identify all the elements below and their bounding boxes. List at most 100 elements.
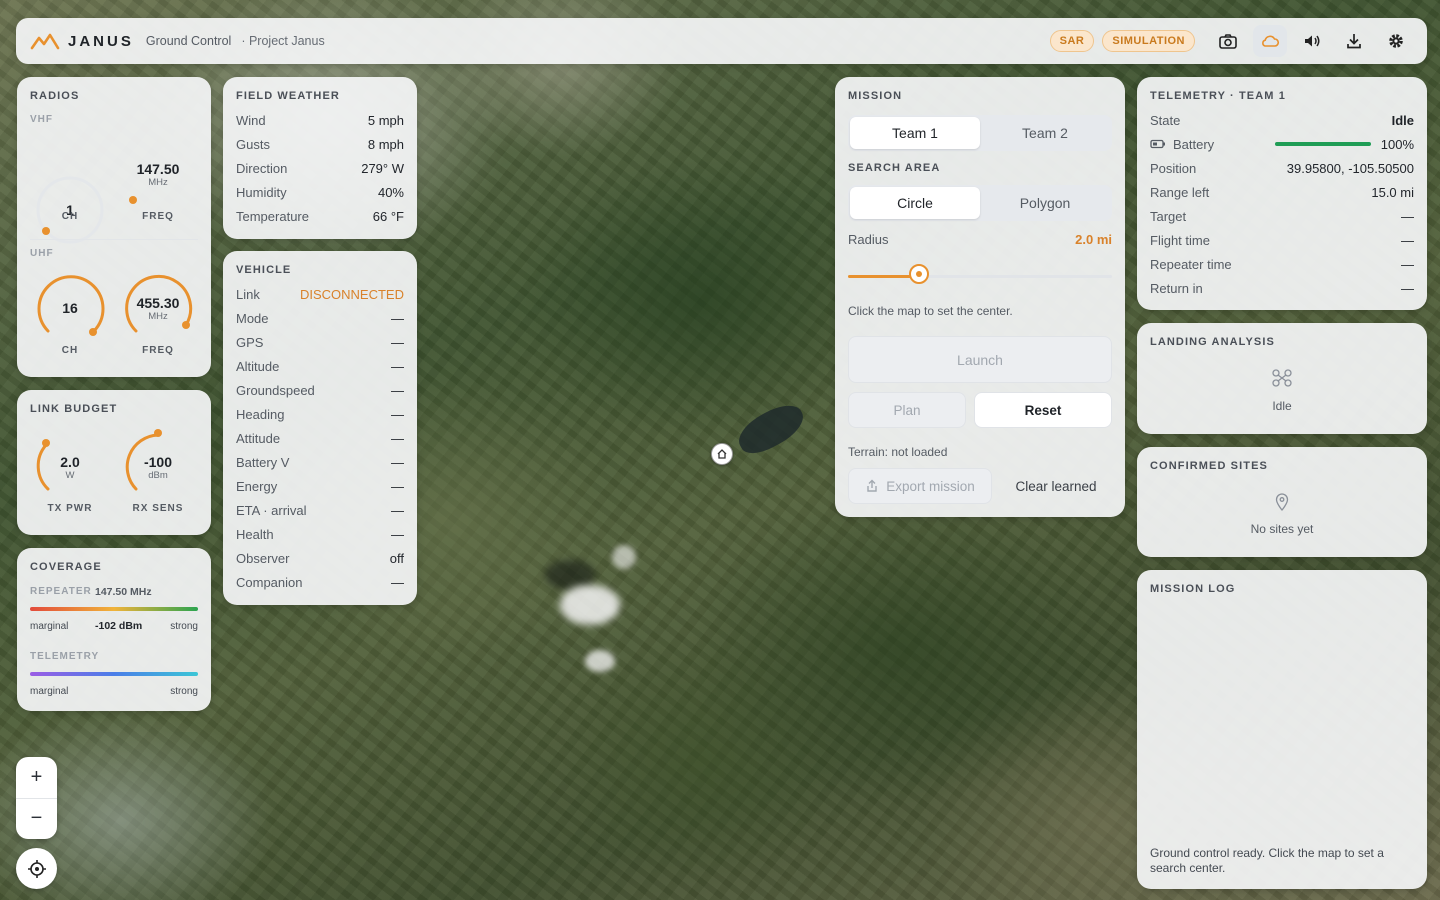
circle-tab[interactable]: Circle [850, 187, 980, 219]
row-value: off [389, 550, 404, 566]
download-icon [1347, 34, 1361, 49]
row-value: — [391, 382, 404, 398]
log-entry: Ground control ready. Click the map to s… [1150, 846, 1384, 875]
clear-learned-button[interactable]: Clear learned [1000, 468, 1112, 504]
weather-row: Temperature 66 °F [236, 204, 404, 228]
zoom-in-button[interactable]: + [16, 757, 57, 799]
zoom-out-button[interactable]: − [16, 799, 57, 840]
vehicle-title: VEHICLE [236, 264, 292, 276]
simulation-badge[interactable]: SIMULATION [1102, 30, 1195, 52]
brand-name: JANUS [68, 32, 134, 50]
coverage-panel: COVERAGE REPEATER 147.50 MHz marginal -1… [17, 548, 211, 711]
sar-badge[interactable]: SAR [1049, 30, 1095, 52]
radios-title: RADIOS [30, 90, 80, 102]
vehicle-row: ETA · arrival — [236, 498, 404, 522]
row-value: — [391, 478, 404, 494]
weather-button[interactable] [1253, 25, 1287, 57]
battery-icon [1150, 139, 1165, 149]
repeater-label: REPEATER [30, 586, 92, 597]
map-hint: Click the map to set the center. [848, 304, 1013, 318]
row-key: Humidity [236, 184, 287, 200]
download-button[interactable] [1337, 25, 1371, 57]
uhf-frequency-gauge[interactable]: 455.30 MHz [118, 269, 198, 349]
screenshot-button[interactable] [1211, 25, 1245, 57]
search-area-title: SEARCH AREA [848, 162, 941, 174]
uhf-channel-gauge[interactable]: 16 [30, 269, 110, 349]
row-key: GPS [236, 334, 264, 350]
row-value: — [391, 502, 404, 518]
row-value: 5 mph [367, 112, 404, 128]
home-marker[interactable] [711, 443, 733, 465]
telemetry-label: TELEMETRY [30, 651, 100, 662]
link-budget-title: LINK BUDGET [30, 403, 118, 415]
mission-log-title: MISSION LOG [1150, 583, 1236, 595]
audio-button[interactable] [1295, 25, 1329, 57]
tx-power-unit: W [65, 470, 75, 481]
vehicle-row: Groundspeed — [236, 378, 404, 402]
row-key: Groundspeed [236, 382, 315, 398]
telemetry-row: Target — [1150, 204, 1414, 228]
row-key: Wind [236, 112, 266, 128]
weather-row: Wind 5 mph [236, 108, 404, 132]
repeater-strong-label: strong [170, 621, 198, 632]
settings-button[interactable] [1379, 25, 1413, 57]
row-key: Target [1150, 208, 1187, 224]
vhf-frequency-value: 147.50 [136, 161, 180, 177]
slider-thumb[interactable] [909, 264, 930, 284]
vehicle-row: GPS — [236, 330, 404, 354]
rx-sensitivity-label: RX SENS [132, 503, 184, 514]
vehicle-row: Heading — [236, 402, 404, 426]
row-key: Companion [236, 574, 303, 590]
team-2-tab[interactable]: Team 2 [980, 117, 1110, 149]
locate-button[interactable] [16, 848, 57, 889]
plan-button[interactable]: Plan [848, 392, 966, 428]
gauge-knob [129, 196, 137, 204]
share-icon [867, 479, 877, 492]
row-key: Mode [236, 310, 269, 326]
weather-row: Gusts 8 mph [236, 132, 404, 156]
camera-icon [1219, 34, 1237, 49]
launch-button[interactable]: Launch [848, 336, 1112, 383]
top-bar: JANUS Ground Control · Project Janus SAR… [16, 18, 1427, 64]
row-value: — [391, 430, 404, 446]
row-key: Heading [236, 406, 285, 422]
link-budget-panel: LINK BUDGET 2.0 W TX PWR -100 dBm RX SEN… [17, 390, 211, 535]
rx-sensitivity-unit: dBm [148, 470, 168, 481]
app-subtitle: Ground Control [145, 34, 232, 48]
telemetry-row-battery: Battery 100% [1150, 132, 1414, 156]
row-key: Direction [236, 160, 288, 176]
export-mission-button[interactable]: Export mission [848, 468, 992, 504]
state-value: Idle [1391, 112, 1414, 128]
landing-analysis-title: LANDING ANALYSIS [1150, 336, 1275, 348]
row-value: — [1401, 256, 1414, 272]
battery-label: Battery [1173, 136, 1215, 152]
radius-slider[interactable] [848, 264, 1112, 287]
vehicle-panel: VEHICLE Link DISCONNECTED Mode — GPS — Altit… [223, 251, 417, 605]
confirmed-sites-panel: CONFIRMED SITES No sites yet [1137, 447, 1427, 557]
vehicle-row: Altitude — [236, 354, 404, 378]
vhf-frequency-unit: MHz [148, 177, 168, 188]
row-key: Gusts [236, 136, 270, 152]
vehicle-row: Mode — [236, 306, 404, 330]
vhf-ch-label: CH [61, 211, 79, 222]
row-value: — [391, 334, 404, 350]
tx-power-gauge[interactable]: 2.0 W [30, 427, 110, 507]
team-selector: Team 1 Team 2 [848, 115, 1112, 151]
vhf-freq-label: FREQ [142, 211, 174, 222]
telemetry-row-state: State Idle [1150, 108, 1414, 132]
radius-value: 2.0 mi [1075, 232, 1112, 247]
team-1-tab[interactable]: Team 1 [850, 117, 980, 149]
row-value: 279° W [361, 160, 404, 176]
telemetry-strong-label: strong [170, 686, 198, 697]
reset-button[interactable]: Reset [974, 392, 1112, 428]
rx-sensitivity-gauge[interactable]: -100 dBm [118, 427, 198, 507]
battery-bar [1274, 142, 1371, 146]
vehicle-row: Energy — [236, 474, 404, 498]
telemetry-title: TELEMETRY · TEAM 1 [1150, 90, 1286, 102]
radius-label: Radius [848, 232, 889, 247]
polygon-tab[interactable]: Polygon [980, 187, 1110, 219]
row-value: — [391, 526, 404, 542]
gear-icon [1389, 34, 1403, 48]
row-key: Altitude [236, 358, 280, 374]
cloud-icon [1262, 35, 1280, 47]
